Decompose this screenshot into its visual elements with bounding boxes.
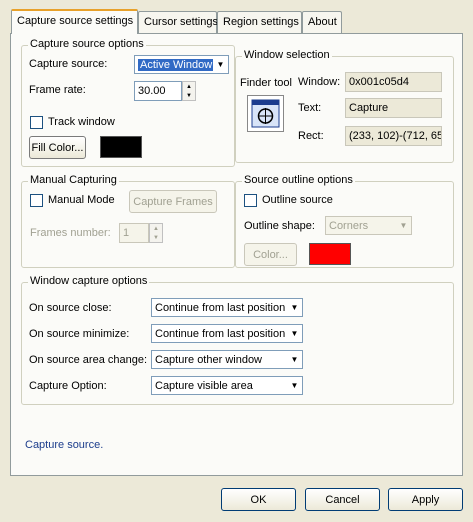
spin-up-icon[interactable]: ▲	[183, 82, 195, 91]
track-window-checkbox[interactable]	[30, 116, 43, 129]
chevron-down-icon[interactable]: ▼	[287, 299, 302, 316]
capture-option-label: Capture Option:	[29, 380, 107, 392]
frames-number-input[interactable]: 1	[119, 223, 149, 243]
window-rect-field: (233, 102)-(712, 65	[345, 126, 442, 146]
manual-capturing-group: Manual Capturing Manual Mode Capture Fra…	[21, 174, 235, 268]
fill-color-button[interactable]: Fill Color...	[29, 136, 86, 159]
tab-cursor-settings[interactable]: Cursor settings	[138, 11, 218, 33]
fill-color-button-label: Fill Color...	[31, 141, 84, 154]
outline-shape-label: Outline shape:	[244, 220, 315, 232]
frames-number-spinner[interactable]: ▲ ▼	[149, 223, 163, 243]
window-handle-field: 0x001c05d4	[345, 72, 442, 92]
on-source-close-label: On source close:	[29, 302, 112, 314]
capture-frames-button-label: Capture Frames	[133, 195, 213, 208]
on-source-minimize-label: On source minimize:	[29, 328, 130, 340]
capture-frames-button[interactable]: Capture Frames	[129, 190, 217, 213]
window-text-field: Capture	[345, 98, 442, 118]
tab-label: Capture source settings	[17, 15, 134, 27]
apply-button-label: Apply	[411, 493, 440, 506]
group-legend: Capture source options	[28, 38, 146, 50]
on-source-minimize-select[interactable]: Continue from last position ▼	[151, 324, 303, 343]
apply-button[interactable]: Apply	[388, 488, 463, 511]
fill-color-swatch	[100, 136, 142, 158]
on-source-area-change-label: On source area change:	[29, 354, 148, 366]
chevron-down-icon[interactable]: ▼	[287, 325, 302, 342]
outline-color-button[interactable]: Color...	[244, 243, 297, 266]
capture-source-value: Active Window	[138, 58, 213, 71]
frame-rate-input[interactable]: 30.00	[134, 81, 182, 101]
frame-rate-label: Frame rate:	[29, 84, 86, 96]
tab-label: About	[308, 16, 337, 28]
on-source-close-value: Continue from last position	[155, 301, 286, 314]
tab-capture-source-settings[interactable]: Capture source settings	[11, 9, 138, 34]
cancel-button-label: Cancel	[325, 493, 360, 506]
track-window-label: Track window	[48, 116, 115, 128]
tab-panel: Capture source options Capture source: A…	[10, 33, 463, 476]
frame-rate-spinner[interactable]: ▲ ▼	[182, 81, 196, 101]
tab-label: Cursor settings	[144, 16, 218, 28]
status-text: Capture source.	[25, 439, 104, 451]
outline-color-swatch	[309, 243, 351, 265]
ok-button-label: OK	[250, 493, 267, 506]
window-label: Window:	[298, 76, 341, 88]
chevron-down-icon[interactable]: ▼	[396, 217, 411, 234]
outline-shape-select[interactable]: Corners ▼	[325, 216, 412, 235]
group-legend: Window capture options	[28, 275, 150, 287]
group-legend: Source outline options	[242, 174, 355, 186]
group-legend: Manual Capturing	[28, 174, 119, 186]
chevron-down-icon[interactable]: ▼	[287, 377, 302, 394]
cancel-button[interactable]: Cancel	[305, 488, 380, 511]
on-source-minimize-value: Continue from last position	[155, 327, 286, 340]
spin-down-icon[interactable]: ▼	[150, 233, 162, 242]
chevron-down-icon[interactable]: ▼	[287, 351, 302, 368]
on-source-area-change-value: Capture other window	[155, 353, 263, 366]
finder-tool-icon[interactable]	[247, 95, 284, 132]
outline-shape-value: Corners	[326, 219, 396, 232]
rect-label: Rect:	[298, 130, 324, 142]
tab-region-settings[interactable]: Region settings	[217, 11, 302, 33]
finder-tool-label: Finder tool	[240, 77, 292, 89]
manual-mode-checkbox[interactable]	[30, 194, 43, 207]
on-source-close-select[interactable]: Continue from last position ▼	[151, 298, 303, 317]
outline-color-button-label: Color...	[253, 248, 288, 261]
window-selection-group: Window selection Finder tool Window: 0x0…	[235, 49, 454, 163]
manual-mode-label: Manual Mode	[48, 194, 115, 206]
chevron-down-icon[interactable]: ▼	[213, 56, 228, 73]
text-label: Text:	[298, 102, 322, 114]
outline-source-label: Outline source	[262, 194, 333, 206]
tab-about[interactable]: About	[302, 11, 342, 33]
outline-source-checkbox[interactable]	[244, 194, 257, 207]
ok-button[interactable]: OK	[221, 488, 296, 511]
source-outline-options-group: Source outline options Outline source Ou…	[235, 174, 454, 268]
capture-option-select[interactable]: Capture visible area ▼	[151, 376, 303, 395]
group-legend: Window selection	[242, 49, 332, 61]
capture-source-select[interactable]: Active Window ▼	[134, 55, 229, 74]
capture-option-value: Capture visible area	[155, 379, 253, 392]
capture-source-options-group: Capture source options Capture source: A…	[21, 38, 235, 167]
spin-down-icon[interactable]: ▼	[183, 91, 195, 100]
tab-label: Region settings	[223, 16, 299, 28]
window-capture-options-group: Window capture options On source close: …	[21, 275, 454, 405]
spin-up-icon[interactable]: ▲	[150, 224, 162, 233]
on-source-area-change-select[interactable]: Capture other window ▼	[151, 350, 303, 369]
frames-number-label: Frames number:	[30, 227, 111, 239]
capture-source-label: Capture source:	[29, 58, 108, 70]
